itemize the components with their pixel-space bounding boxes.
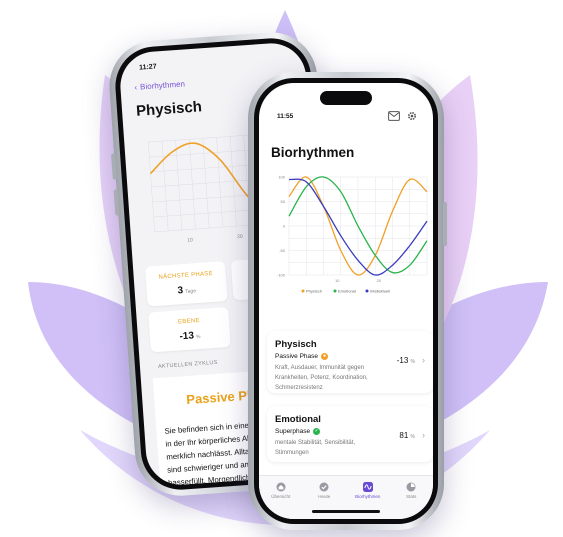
page-title: Biorhythmen [271, 145, 355, 160]
chevron-right-icon: › [422, 430, 425, 440]
volume-up-button [111, 153, 117, 180]
legend-marker [365, 289, 369, 293]
card-phase: Superphase ✓ [275, 428, 321, 435]
y-tick-label: 50 [281, 199, 286, 204]
gear-icon[interactable] [407, 111, 417, 121]
back-button-label: Biorhythmen [139, 79, 186, 92]
card-phase: Passive Phase ● [275, 353, 328, 360]
mail-icon[interactable] [388, 111, 400, 121]
wave-icon [362, 482, 373, 492]
tab-stats[interactable]: Stats [393, 482, 429, 519]
tab-today[interactable]: Heute [306, 482, 342, 519]
tab-overview[interactable]: Übersicht [263, 482, 299, 519]
card-physisch[interactable]: Physisch Passive Phase ● Kraft, Ausdauer… [267, 331, 433, 393]
tab-label: Biorhythmen [355, 494, 381, 499]
tile-level: EBENE -13% [148, 306, 231, 353]
biorhythm-chart: 100 50 0 -50 -100 10 20 Physisch Emotional Inte… [277, 175, 428, 294]
section-label: AKTUELLEN ZYKLUS [157, 359, 218, 370]
chart-legend: Physisch Emotional Intellektuell [301, 289, 390, 294]
dynamic-island [320, 91, 372, 105]
y-tick-label: -100 [277, 273, 286, 278]
x-tick-label: 10 [187, 237, 193, 243]
page-title: Physisch [135, 98, 203, 120]
tab-label: Heute [318, 494, 331, 499]
chevron-right-icon: › [422, 355, 425, 365]
legend-marker [333, 289, 337, 293]
x-tick-label: 10 [335, 278, 340, 283]
home-indicator [312, 510, 380, 513]
x-axis-ticks: 10 20 [335, 278, 382, 283]
card-value: 81 % [399, 431, 415, 440]
card-description: mentale Stabilität, Sensibilität, Stimmu… [275, 440, 356, 456]
card-value: -13 % [396, 356, 415, 365]
pie-chart-icon [406, 482, 416, 492]
tile-label: NÄCHSTE PHASE [158, 270, 214, 281]
power-button [443, 202, 447, 246]
legend-label: Physisch [306, 289, 322, 294]
tile-value: -13% [179, 330, 201, 343]
tile-label: EBENE [177, 317, 201, 326]
back-button[interactable]: ‹ Biorhythmen [134, 79, 185, 92]
y-tick-label: 100 [278, 175, 285, 180]
tile-unit: Tage [184, 288, 197, 295]
tile-value: 3 Tage [177, 285, 197, 297]
phone-overview: 11:55 Biorhythmen 100 50 0 -50 -100 10 20 Phy… [248, 72, 447, 530]
house-icon [276, 482, 286, 492]
card-title: Physisch [275, 339, 317, 350]
x-tick-label: 20 [376, 278, 381, 283]
legend-label: Emotional [338, 289, 356, 294]
volume-down-button [113, 189, 120, 216]
tab-label: Stats [406, 494, 417, 499]
phase-status-icon: ● [321, 353, 328, 360]
check-circle-icon [319, 482, 329, 492]
chevron-left-icon: ‹ [134, 82, 138, 92]
status-time: 11:27 [138, 63, 157, 72]
tab-label: Übersicht [271, 494, 291, 499]
card-description: Kraft, Ausdauer, Immunität gegen Krankhe… [275, 365, 368, 391]
y-axis-ticks: 100 50 0 -50 -100 [277, 175, 286, 278]
tile-unit: % [195, 333, 201, 341]
card-emotional[interactable]: Emotional Superphase ✓ mentale Stabilitä… [267, 406, 433, 462]
y-tick-label: -50 [279, 248, 286, 253]
x-tick-label: 20 [237, 234, 243, 240]
status-time: 11:55 [277, 113, 294, 120]
phone-bezel: 11:55 Biorhythmen 100 50 0 -50 -100 10 20 Phy… [254, 78, 438, 524]
legend-marker [301, 289, 305, 293]
card-title: Emotional [275, 414, 321, 425]
overview-screen: 11:55 Biorhythmen 100 50 0 -50 -100 10 20 Phy… [259, 83, 433, 519]
phase-status-icon: ✓ [313, 428, 321, 435]
y-tick-label: 0 [283, 224, 286, 229]
tab-biorhythms[interactable]: Biorhythmen [350, 482, 386, 519]
header-actions [388, 111, 417, 121]
legend-label: Intellektuell [370, 289, 390, 294]
tile-next-phase: NÄCHSTE PHASE 3 Tage [144, 261, 228, 307]
